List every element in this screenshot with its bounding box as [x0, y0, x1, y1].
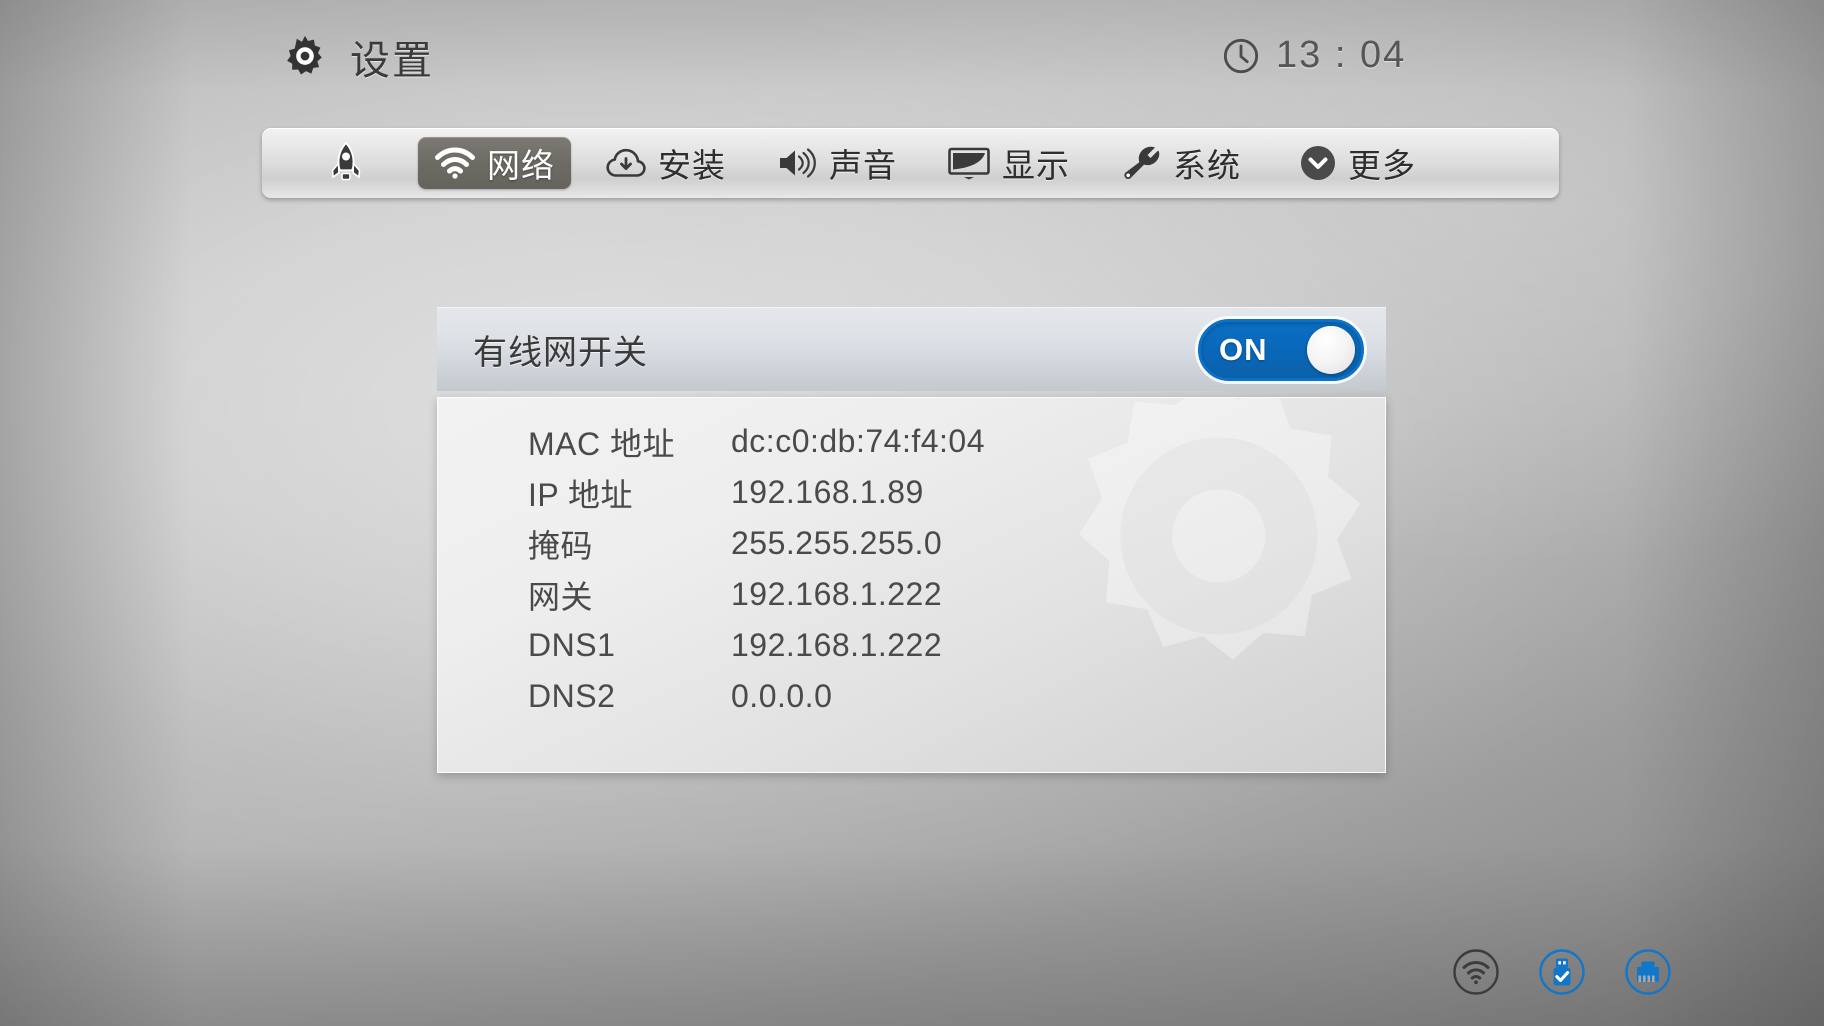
wired-network-toggle[interactable]: ON	[1198, 318, 1364, 381]
tab-display-label: 显示	[1002, 147, 1070, 184]
row-value: 192.168.1.222	[731, 627, 943, 663]
row-key: DNS1	[528, 627, 616, 663]
chevron-down-circle-icon	[1299, 144, 1337, 182]
ethernet-status-icon[interactable]	[1624, 948, 1672, 996]
row-key: IP 地址	[528, 476, 634, 513]
usb-check-status-icon[interactable]	[1538, 948, 1586, 996]
tab-more-label: 更多	[1348, 147, 1416, 184]
row-key: 掩码	[528, 527, 594, 564]
tab-more[interactable]: 更多	[1283, 137, 1432, 189]
tab-system-label: 系统	[1173, 147, 1241, 184]
page-title: 设置	[350, 39, 434, 83]
wired-network-switch-label: 有线网开关	[473, 334, 648, 372]
tab-display[interactable]: 显示	[931, 137, 1086, 189]
wifi-status-icon[interactable]	[1452, 948, 1500, 996]
tab-home[interactable]	[300, 137, 392, 189]
top-bar: 设置 13 : 04	[0, 0, 1824, 110]
tab-sound-label: 声音	[829, 147, 897, 184]
row-key: DNS2	[528, 678, 616, 714]
monitor-icon	[947, 146, 991, 180]
row-value: 0.0.0.0	[731, 678, 833, 714]
cloud-download-icon	[605, 146, 647, 180]
row-value: 255.255.255.0	[731, 525, 943, 561]
tab-install[interactable]: 安装	[589, 137, 742, 189]
table-row: DNS1 192.168.1.222	[438, 620, 1385, 671]
rocket-icon	[326, 141, 366, 185]
clock-time: 13 : 04	[1276, 34, 1407, 76]
tab-system[interactable]: 系统	[1104, 137, 1257, 189]
tab-install-label: 安装	[658, 147, 726, 184]
table-row: IP 地址 192.168.1.89	[438, 467, 1385, 518]
card-body: MAC 地址 dc:c0:db:74:f4:04 IP 地址 192.168.1…	[437, 397, 1386, 773]
app-brand: 设置	[282, 28, 434, 86]
row-key: 网关	[528, 578, 594, 615]
settings-tab-bar: 网络 安装 声音 显示 系统 更多	[262, 128, 1559, 198]
row-value: 192.168.1.89	[731, 474, 924, 510]
clock: 13 : 04	[1222, 34, 1406, 77]
row-value: 192.168.1.222	[731, 576, 943, 612]
status-icon-tray	[1452, 948, 1672, 996]
toggle-state-label: ON	[1219, 331, 1268, 367]
network-settings-card: 有线网开关 ON MAC 地址 dc:c0:db:74:f4:04 IP 地址 …	[437, 307, 1386, 773]
tab-sound[interactable]: 声音	[760, 137, 913, 189]
table-row: 掩码 255.255.255.0	[438, 518, 1385, 569]
row-value: dc:c0:db:74:f4:04	[731, 423, 986, 459]
table-row: MAC 地址 dc:c0:db:74:f4:04	[438, 416, 1385, 467]
table-row: 网关 192.168.1.222	[438, 569, 1385, 620]
wrench-icon	[1120, 146, 1162, 180]
toggle-knob	[1307, 325, 1355, 374]
row-key: MAC 地址	[528, 425, 676, 462]
wifi-icon	[434, 147, 476, 179]
gear-icon	[282, 34, 328, 80]
tab-network-label: 网络	[487, 147, 555, 184]
tab-network[interactable]: 网络	[418, 137, 571, 189]
card-header: 有线网开关 ON	[437, 307, 1386, 391]
network-info-list: MAC 地址 dc:c0:db:74:f4:04 IP 地址 192.168.1…	[438, 398, 1385, 722]
speaker-icon	[776, 146, 818, 180]
table-row: DNS2 0.0.0.0	[438, 671, 1385, 722]
clock-icon	[1222, 37, 1260, 75]
